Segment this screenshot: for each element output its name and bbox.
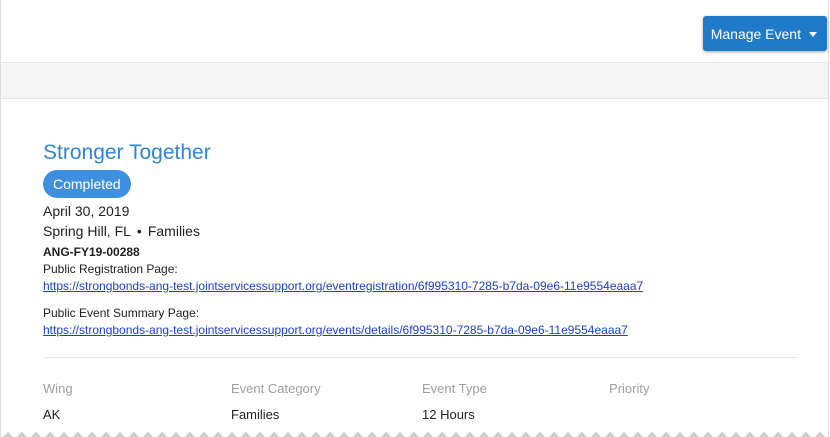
wing-label: Wing bbox=[43, 381, 73, 396]
event-audience: Families bbox=[147, 223, 200, 239]
event-type-label: Event Type bbox=[422, 381, 487, 396]
manage-event-label: Manage Event bbox=[710, 25, 801, 42]
public-summary-link[interactable]: https://strongbonds-ang-test.jointservic… bbox=[43, 322, 628, 338]
priority-column: Priority bbox=[609, 380, 649, 406]
event-location-line: Spring Hill, FL • Families bbox=[43, 221, 798, 241]
event-location: Spring Hill, FL bbox=[43, 223, 131, 239]
public-registration-label: Public Registration Page: bbox=[43, 262, 178, 276]
torn-edge bbox=[1, 427, 828, 437]
status-badge: Completed bbox=[43, 170, 131, 198]
separator-dot: • bbox=[136, 223, 142, 239]
event-type-value: 12 Hours bbox=[422, 407, 475, 422]
wing-value: AK bbox=[43, 407, 61, 422]
event-type-column: Event Type 12 Hours bbox=[422, 380, 487, 424]
priority-label: Priority bbox=[609, 381, 650, 396]
event-code: ANG-FY19-00288 bbox=[43, 245, 140, 259]
wing-column: Wing AK bbox=[43, 380, 73, 424]
event-category-label: Event Category bbox=[231, 381, 321, 396]
event-date: April 30, 2019 bbox=[43, 203, 130, 219]
sub-toolbar bbox=[1, 63, 828, 99]
event-category-column: Event Category Families bbox=[231, 380, 321, 424]
public-registration-link[interactable]: https://strongbonds-ang-test.jointservic… bbox=[43, 278, 643, 294]
section-divider bbox=[43, 357, 798, 358]
public-summary-label: Public Event Summary Page: bbox=[43, 306, 200, 320]
event-summary: Stronger Together Completed April 30, 20… bbox=[43, 140, 798, 339]
event-page: Manage Event Stronger Together Completed… bbox=[0, 0, 829, 437]
top-toolbar: Manage Event bbox=[1, 0, 828, 63]
manage-event-button[interactable]: Manage Event bbox=[702, 16, 827, 51]
event-title: Stronger Together bbox=[43, 141, 211, 164]
chevron-down-icon bbox=[809, 32, 817, 37]
event-category-value: Families bbox=[231, 407, 280, 422]
